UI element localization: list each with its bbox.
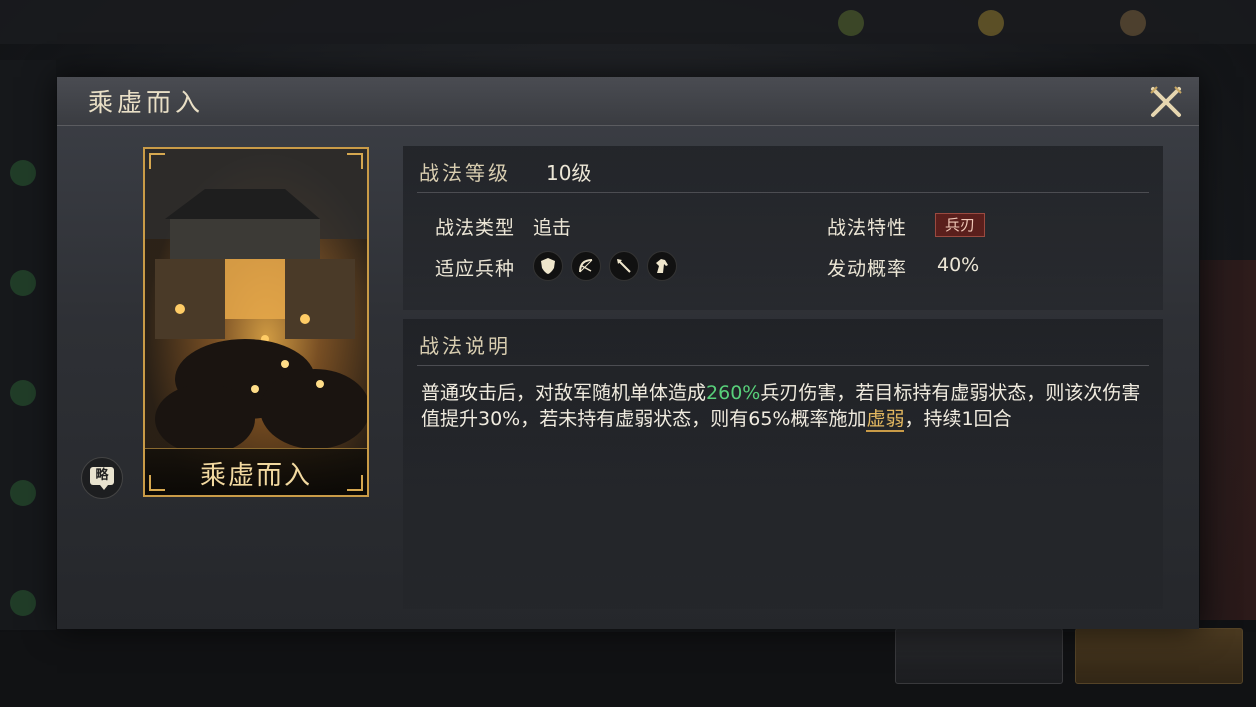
- background-list-icon: [10, 160, 36, 186]
- horse-icon: [647, 251, 677, 281]
- tactic-card: 乘虚而入: [143, 147, 369, 497]
- speech-bubble-icon: 略: [90, 467, 114, 490]
- card-name-bar: 乘虚而入: [145, 448, 367, 495]
- background-list-icon: [10, 590, 36, 616]
- weakness-status-link[interactable]: 虚弱: [866, 408, 905, 432]
- dialog-header: 乘虚而入: [57, 77, 1199, 126]
- card-corner-ornament: [347, 153, 363, 169]
- close-button[interactable]: [1147, 83, 1185, 121]
- close-x-icon: [1150, 86, 1182, 117]
- troop-type-label: 适应兵种: [435, 258, 516, 280]
- trigger-rate-label: 发动概率: [827, 258, 908, 280]
- level-section-title: 战法等级: [419, 161, 511, 185]
- card-corner-ornament: [149, 153, 165, 169]
- dialog-title: 乘虚而入: [88, 88, 205, 117]
- bow-icon: [571, 251, 601, 281]
- background-list-icon: [10, 270, 36, 296]
- background-top-bar: [0, 0, 1256, 44]
- background-right-panel: [1200, 260, 1256, 620]
- tactic-level: 10级: [546, 161, 592, 185]
- divider: [417, 365, 1149, 366]
- background-button: [895, 628, 1063, 684]
- background-list-icon: [10, 480, 36, 506]
- background-resource-icon: [978, 10, 1004, 36]
- brief-button[interactable]: 略: [81, 457, 123, 499]
- tactic-type-label: 战法类型: [435, 217, 516, 239]
- tactic-card-art: [145, 149, 367, 449]
- trigger-rate-value: 40%: [937, 254, 980, 276]
- spear-icon: [609, 251, 639, 281]
- description-text-part: 普通攻击后，对敌军随机单体造成: [421, 382, 707, 404]
- shield-icon: [533, 251, 563, 281]
- background-resource-icon: [838, 10, 864, 36]
- tactic-info-panel: 战法等级 10级 战法类型 追击 战法特性 兵刃 适应兵种 发动概率 40%: [403, 146, 1163, 310]
- background-list-icon: [10, 380, 36, 406]
- description-text-part: ，持续1回合: [904, 408, 1012, 430]
- tactic-trait-badge: 兵刃: [935, 213, 985, 237]
- divider: [417, 192, 1149, 193]
- tactic-trait-label: 战法特性: [827, 217, 908, 239]
- background-bottom-bar: [0, 632, 1256, 707]
- tactic-description-text: 普通攻击后，对敌军随机单体造成260%兵刃伤害，若目标持有虚弱状态，则该次伤害值…: [421, 380, 1151, 432]
- damage-percent-highlight: 260%: [706, 382, 761, 404]
- card-corner-ornament: [347, 475, 363, 491]
- tactic-type-value: 追击: [533, 217, 572, 239]
- background-side-list: [0, 60, 56, 630]
- tactic-description-panel: 战法说明 普通攻击后，对敌军随机单体造成260%兵刃伤害，若目标持有虚弱状态，则…: [403, 319, 1163, 609]
- card-name: 乘虚而入: [199, 461, 312, 491]
- description-section-title: 战法说明: [419, 334, 511, 358]
- card-corner-ornament: [149, 475, 165, 491]
- tactic-detail-dialog: 乘虚而入 乘虚而入 略 战法等级 10级 战法类型 追击 战法特性 兵刃 适应兵…: [57, 77, 1199, 629]
- background-button: [1075, 628, 1243, 684]
- background-resource-icon: [1120, 10, 1146, 36]
